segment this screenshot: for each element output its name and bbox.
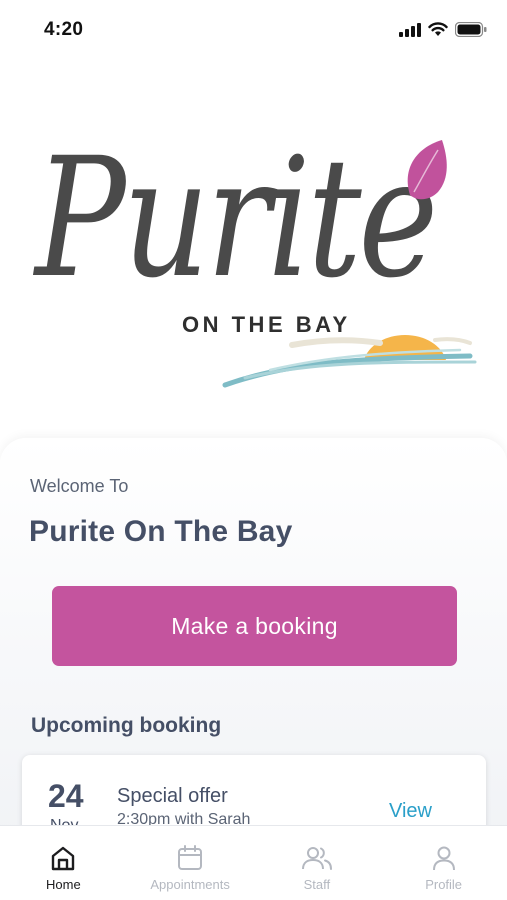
wifi-icon	[428, 22, 448, 36]
view-booking-link[interactable]: View	[389, 800, 432, 823]
purite-logo: Purite ON THE BAY	[33, 122, 477, 388]
tab-staff-label: Staff	[303, 877, 331, 892]
booking-day: 24	[48, 778, 84, 814]
welcome-label: Welcome To	[30, 476, 129, 496]
status-icons	[399, 22, 487, 37]
tab-profile[interactable]: Profile	[380, 826, 507, 900]
make-booking-button[interactable]: Make a booking	[52, 586, 457, 666]
logo-wordmark: Purite	[33, 122, 435, 314]
calendar-icon	[178, 845, 203, 870]
status-bar: 4:20	[0, 0, 507, 60]
user-icon	[432, 846, 455, 871]
tab-home-label: Home	[46, 877, 81, 892]
tab-home[interactable]: Home	[0, 826, 127, 900]
tab-profile-label: Profile	[425, 877, 463, 892]
booking-title: Special offer	[117, 785, 228, 807]
waves-icon	[222, 353, 473, 388]
tab-staff[interactable]: Staff	[254, 826, 381, 900]
upcoming-booking-heading: Upcoming booking	[31, 714, 222, 737]
tab-bar: Home Appointments Staff Profile	[0, 825, 507, 900]
tab-appointments-label: Appointments	[150, 877, 230, 892]
cellular-signal-icon	[399, 22, 421, 37]
business-title: Purite On The Bay	[29, 515, 293, 548]
users-icon	[301, 847, 332, 870]
battery-icon	[455, 22, 487, 37]
tab-appointments[interactable]: Appointments	[127, 826, 254, 900]
home-icon	[52, 846, 75, 871]
logo-tagline: ON THE BAY	[182, 312, 351, 337]
status-time: 4:20	[44, 19, 84, 40]
